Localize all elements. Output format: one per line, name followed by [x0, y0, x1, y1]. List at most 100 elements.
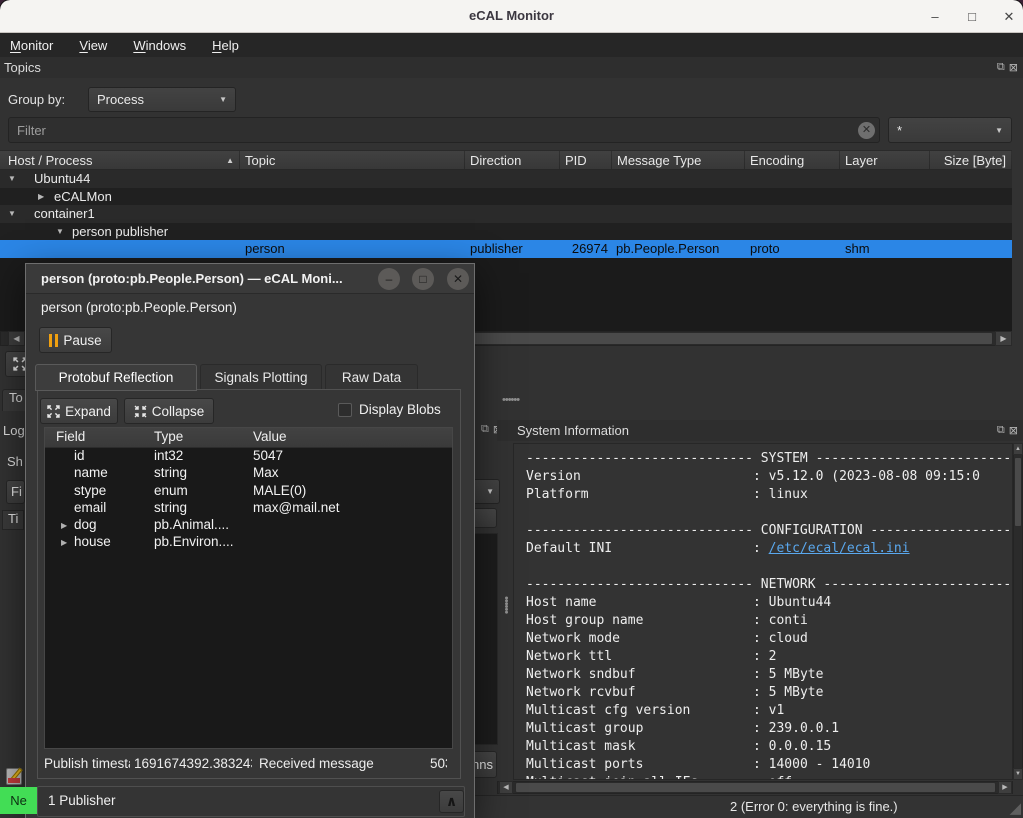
window-minimize-icon[interactable]: – — [925, 7, 945, 27]
tab-signals-plotting[interactable]: Signals Plotting — [200, 364, 322, 390]
refl-column-field[interactable]: Field — [56, 429, 85, 444]
sysinfo-value: 14000 - 14010 — [769, 757, 871, 772]
table-row[interactable]: stypeenumMALE(0) — [45, 483, 452, 500]
sysinfo-line — [526, 504, 1012, 522]
reflection-table-header: Field Type Value — [45, 428, 452, 448]
filter-scope-combo[interactable]: * ▼ — [888, 117, 1012, 143]
tree-row-ecalmon[interactable]: ▶eCALMon — [0, 188, 1012, 206]
scrollbar-handle[interactable] — [515, 782, 996, 793]
resize-grip[interactable]: ◢ — [1009, 799, 1021, 817]
hidden-panel-label-fi[interactable]: Fi — [6, 480, 25, 504]
tab-raw-data[interactable]: Raw Data — [325, 364, 418, 390]
table-row[interactable]: namestringMax — [45, 465, 452, 482]
table-row-topic[interactable]: personpublisher26974pb.People.Personprot… — [0, 240, 1012, 258]
menu-item-help[interactable]: Help — [212, 38, 239, 53]
column-header-pid[interactable]: PID — [560, 151, 612, 169]
window-minimize-icon[interactable]: – — [378, 268, 400, 290]
filter-input[interactable] — [8, 117, 880, 143]
statusbar-message: 2 (Error 0: everything is fine.) — [730, 799, 898, 814]
tree-row-ubuntu44[interactable]: ▼Ubuntu44 — [0, 170, 1012, 188]
pause-button[interactable]: Pause — [39, 327, 112, 353]
sort-ascending-icon: ▲ — [226, 156, 234, 165]
tree-row-container1[interactable]: ▼container1 — [0, 205, 1012, 223]
topics-column-header: Host / Process▲Topic Direction PID Message … — [0, 150, 1012, 170]
collapse-button[interactable]: Collapse — [124, 398, 214, 424]
sysinfo-value[interactable]: /etc/ecal/ecal.ini — [769, 541, 910, 556]
column-header-layer[interactable]: Layer — [840, 151, 930, 169]
window-maximize-icon[interactable]: □ — [412, 268, 434, 290]
scroll-down-icon[interactable]: ▼ — [1013, 768, 1023, 780]
topics-dock-title: Topics — [4, 60, 41, 75]
column-header-encoding[interactable]: Encoding — [745, 151, 840, 169]
group-by-combo[interactable]: Process ▼ — [88, 87, 236, 112]
table-row[interactable]: ▶housepb.Environ.... — [45, 534, 452, 551]
scrollbar-handle[interactable] — [1014, 457, 1022, 527]
clear-filter-icon[interactable]: ✕ — [858, 122, 875, 139]
expand-icon — [47, 405, 60, 418]
sysinfo-line: Default INI : /etc/ecal/ecal.ini — [526, 540, 1012, 558]
cell-value: max@mail.net — [253, 500, 339, 515]
chevron-down-icon[interactable]: ▼ — [8, 174, 16, 183]
window-maximize-icon[interactable]: □ — [962, 7, 982, 27]
dialog-footer: 1 Publisher ∧ — [37, 786, 465, 817]
dock-float-icon[interactable]: ⧉ — [481, 423, 489, 436]
reflection-table: Field Type Value idint325047namestringMaxs… — [44, 427, 453, 749]
filter-scope-value: * — [897, 123, 902, 138]
chevron-down-icon[interactable]: ▼ — [8, 209, 16, 218]
hidden-panel-label-ti[interactable]: Ti — [2, 510, 24, 530]
scroll-up-icon[interactable]: ▲ — [1013, 443, 1023, 455]
scroll-right-icon[interactable]: ▶ — [995, 331, 1012, 346]
scroll-left-icon[interactable]: ◀ — [8, 331, 25, 346]
tree-label: person publisher — [72, 224, 168, 239]
window-titlebar[interactable]: eCAL Monitor – □ ✕ — [0, 0, 1023, 33]
column-label: Direction — [470, 153, 521, 168]
column-label: Size [Byte] — [944, 153, 1006, 168]
column-header-direction[interactable]: Direction — [465, 151, 560, 169]
column-header-size-byte-[interactable]: Size [Byte] — [930, 151, 1012, 169]
splitter-handle[interactable]: •••••• — [500, 596, 512, 613]
pause-button-label: Pause — [63, 333, 101, 348]
menu-item-view[interactable]: View — [79, 38, 107, 53]
scroll-left-icon[interactable]: ◀ — [499, 781, 513, 794]
window-close-icon[interactable]: ✕ — [999, 7, 1019, 27]
column-label: PID — [565, 153, 587, 168]
tab-protobuf-reflection[interactable]: Protobuf Reflection — [35, 364, 197, 391]
table-row[interactable]: ▶dogpb.Animal.... — [45, 517, 452, 534]
cell-type: string — [154, 465, 187, 480]
dialog-titlebar[interactable]: person (proto:pb.People.Person) — eCAL M… — [26, 264, 474, 294]
refl-column-type[interactable]: Type — [154, 429, 183, 444]
expand-button[interactable]: Expand — [40, 398, 118, 424]
hidden-combo-fragment[interactable]: ▼ — [472, 479, 500, 504]
cell-type: enum — [154, 483, 188, 498]
window-close-icon[interactable]: ✕ — [447, 268, 469, 290]
sysinfo-value: linux — [769, 487, 808, 502]
scroll-right-icon[interactable]: ▶ — [998, 781, 1012, 794]
collapse-panel-button[interactable]: ∧ — [439, 790, 464, 813]
table-row[interactable]: idint325047 — [45, 448, 452, 465]
refl-column-value[interactable]: Value — [253, 429, 287, 444]
dock-close-icon[interactable]: ⊠ — [1009, 424, 1018, 437]
chevron-right-icon[interactable]: ▶ — [38, 192, 44, 201]
chevron-right-icon[interactable]: ▶ — [61, 521, 67, 530]
column-header-topic[interactable]: Topic — [240, 151, 465, 169]
splitter-handle[interactable]: •••••• — [502, 394, 519, 406]
display-blobs-checkbox[interactable] — [338, 403, 352, 417]
tree-row-person-publisher[interactable]: ▼ person publisher — [0, 223, 1012, 241]
sysinfo-line: ----------------------------- NETWORK --… — [526, 576, 1012, 594]
sysinfo-line: Network ttl : 2 — [526, 648, 1012, 666]
menu-item-windows[interactable]: Windows — [133, 38, 186, 53]
column-header-host-process[interactable]: Host / Process▲ — [0, 151, 240, 169]
dock-float-icon[interactable]: ⧉ — [997, 424, 1005, 437]
topic-dialog: person (proto:pb.People.Person) — eCAL M… — [25, 263, 475, 818]
dock-close-icon[interactable]: ⊠ — [1009, 61, 1018, 74]
cell-type: pb.Animal.... — [154, 517, 229, 532]
sysinfo-value: v5.12.0 (2023-08-08 09:15:0 — [769, 469, 980, 484]
cell-topic: person — [245, 241, 285, 256]
column-header-message-type[interactable]: Message Type — [612, 151, 745, 169]
chevron-down-icon[interactable]: ▼ — [56, 227, 64, 236]
dock-float-icon[interactable]: ⧉ — [997, 61, 1005, 74]
table-row[interactable]: emailstringmax@mail.net — [45, 500, 452, 517]
edit-icon[interactable] — [6, 768, 22, 785]
menu-item-monitor[interactable]: Monitor — [10, 38, 53, 53]
chevron-right-icon[interactable]: ▶ — [61, 538, 67, 547]
